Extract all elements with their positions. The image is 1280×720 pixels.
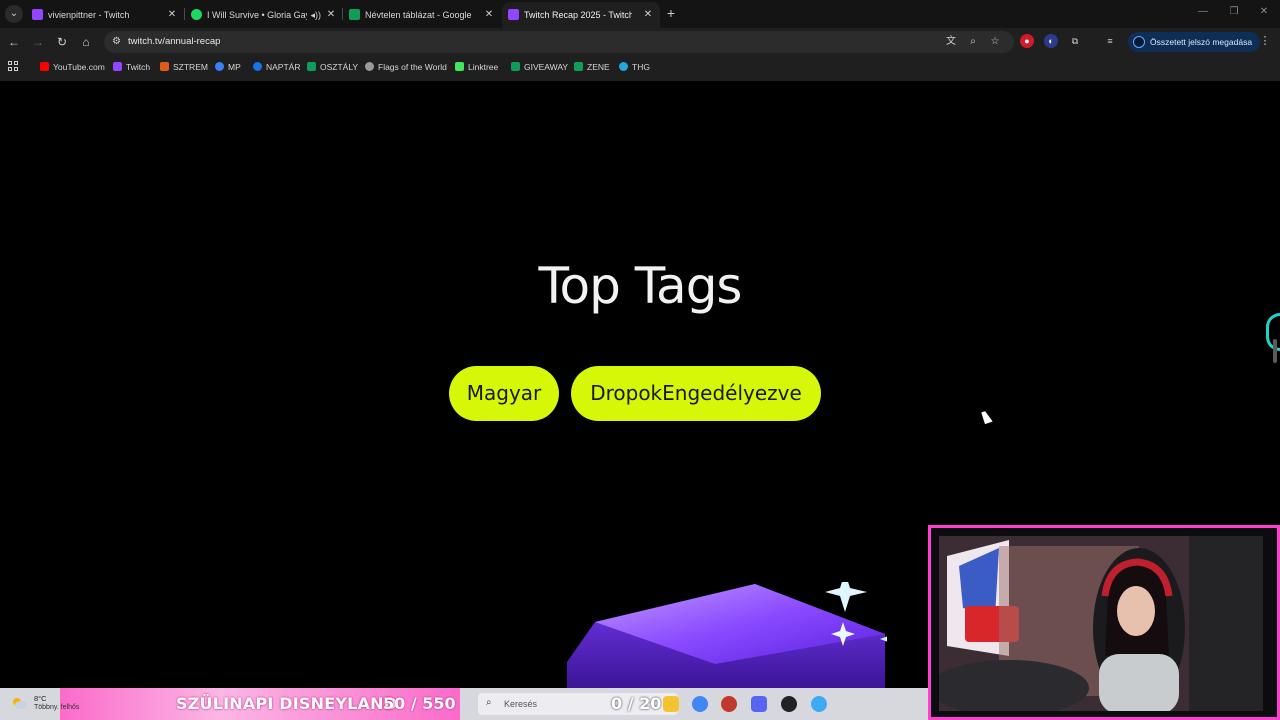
- speaker-icon[interactable]: ◂)): [310, 2, 321, 28]
- tab-spotify[interactable]: I Will Survive • Gloria Gaynor ◂)) ✕: [185, 2, 343, 28]
- tab-google-sheets[interactable]: Névtelen táblázat - Google Táblázatok ✕: [343, 2, 501, 28]
- bookmark-label: THG: [632, 62, 650, 72]
- translate-icon[interactable]: 文: [944, 35, 958, 49]
- weather-widget[interactable]: 8°C Többny. felhős: [6, 693, 86, 715]
- bookmark-label: Twitch: [126, 62, 151, 72]
- tab-strip: ⌄ vivienpittner - Twitch ✕ I Will Surviv…: [0, 0, 1280, 28]
- close-tab-icon[interactable]: ✕: [325, 2, 337, 28]
- bookmark-label: Flags of the World: [378, 62, 447, 72]
- bookmark-osztaly[interactable]: OSZTÁLY: [307, 57, 358, 77]
- bookmark-thg[interactable]: THG: [619, 57, 650, 77]
- home-icon[interactable]: ⌂: [78, 34, 94, 50]
- spotify-icon: [191, 9, 202, 20]
- minimize-icon[interactable]: —: [1196, 6, 1210, 17]
- bookmark-label: Linktree: [468, 62, 499, 72]
- weather-condition: Többny. felhős: [34, 704, 80, 711]
- tab-twitch-recap[interactable]: Twitch Recap 2025 - Twitch ✕: [502, 2, 660, 28]
- sztrem-icon: [160, 62, 169, 71]
- url-text[interactable]: twitch.tv/annual-recap: [128, 31, 220, 53]
- sheets-icon: [307, 62, 316, 71]
- thg-icon: [619, 62, 628, 71]
- twitch-icon: [508, 9, 519, 20]
- bookmark-zene[interactable]: ZENE: [574, 57, 610, 77]
- profile-avatar-icon: [1133, 36, 1145, 48]
- linktree-icon: [455, 62, 464, 71]
- menu-kebab-icon[interactable]: ⋮: [1259, 34, 1271, 47]
- globe-icon: [365, 62, 374, 71]
- bookmark-youtube[interactable]: YouTube.com: [40, 57, 105, 77]
- tab-title: Twitch Recap 2025 - Twitch: [524, 10, 632, 20]
- sheets-icon: [349, 9, 360, 20]
- close-tab-icon[interactable]: ✕: [166, 2, 178, 28]
- tab-title: vivienpittner - Twitch: [48, 10, 130, 20]
- tab-vivienpittner[interactable]: vivienpittner - Twitch ✕: [26, 2, 184, 28]
- tab-title: Névtelen táblázat - Google Táblázatok: [365, 10, 473, 20]
- youtube-icon: [40, 62, 49, 71]
- obs-icon[interactable]: [781, 696, 797, 712]
- partly-cloudy-icon: [13, 698, 27, 709]
- bookmark-mp[interactable]: MP: [215, 57, 241, 77]
- forward-icon[interactable]: →: [30, 34, 46, 50]
- scrollbar[interactable]: [1273, 339, 1277, 363]
- bookmark-flags[interactable]: Flags of the World: [365, 57, 447, 77]
- bookmark-label: ZENE: [587, 62, 610, 72]
- tag-dropok-engedelyezve: DropokEngedélyezve: [571, 366, 821, 421]
- webcam-feed: [939, 536, 1263, 711]
- bookmark-label: NAPTÁR: [266, 62, 301, 72]
- extension-red-icon[interactable]: ●: [1020, 34, 1034, 48]
- webcam-overlay: [928, 525, 1280, 720]
- browser-chrome: ⌄ vivienpittner - Twitch ✕ I Will Surviv…: [0, 0, 1280, 81]
- bookmark-linktree[interactable]: Linktree: [455, 57, 498, 77]
- tab-search-button[interactable]: ⌄: [5, 5, 23, 23]
- mp-icon: [215, 62, 224, 71]
- bookmark-label: YouTube.com: [53, 62, 105, 72]
- bookmark-star-icon[interactable]: ☆: [988, 35, 1002, 49]
- extension-blocker-icon[interactable]: ◐: [1044, 34, 1058, 48]
- bookmark-twitch[interactable]: Twitch: [113, 57, 150, 77]
- new-tab-button[interactable]: +: [663, 5, 679, 21]
- weather-temperature: 8°C: [34, 694, 47, 703]
- password-button-label: Összetett jelszó megadása: [1150, 37, 1253, 47]
- bookmark-sztrem[interactable]: SZTREM: [160, 57, 208, 77]
- chrome-icon[interactable]: [692, 696, 708, 712]
- password-suggestion-button[interactable]: Összetett jelszó megadása: [1128, 32, 1261, 52]
- sheets-icon: [574, 62, 583, 71]
- bookmarks-bar: YouTube.com Twitch SZTREM MP NAPTÁR OSZT…: [0, 57, 1280, 79]
- bookmark-giveaway[interactable]: GIVEAWAY: [511, 57, 568, 77]
- site-info-icon[interactable]: ⚙: [112, 35, 124, 49]
- browser-icon[interactable]: [811, 696, 827, 712]
- reading-list-icon[interactable]: ≡: [1103, 34, 1117, 48]
- goal-progress: 50 / 550: [383, 694, 456, 713]
- gift-box-illustration: [567, 582, 887, 690]
- bookmark-label: SZTREM: [173, 62, 208, 72]
- sheets-icon: [511, 62, 520, 71]
- secondary-goal-progress: 0 / 20: [611, 694, 662, 713]
- extensions-puzzle-icon[interactable]: ⧉: [1068, 34, 1082, 48]
- address-bar[interactable]: ⚙ twitch.tv/annual-recap 文 ⌕ ☆: [104, 31, 1014, 53]
- streamer-webcam-image: [939, 536, 1263, 711]
- bookmark-naptar[interactable]: NAPTÁR: [253, 57, 300, 77]
- calendar-icon: [253, 62, 262, 71]
- tag-magyar: Magyar: [449, 366, 559, 421]
- goal-title: SZÜLINAPI DISNEYLAND: [176, 694, 398, 713]
- close-tab-icon[interactable]: ✕: [642, 2, 654, 28]
- back-icon[interactable]: ←: [6, 34, 22, 50]
- twitch-icon: [32, 9, 43, 20]
- tab-title: I Will Survive • Gloria Gaynor: [207, 10, 307, 20]
- restore-icon[interactable]: ❐: [1227, 6, 1241, 17]
- zoom-icon[interactable]: ⌕: [966, 35, 980, 49]
- search-placeholder: Keresés: [504, 699, 538, 709]
- reload-icon[interactable]: ↻: [54, 34, 70, 50]
- search-icon: ⌕: [486, 697, 492, 708]
- close-tab-icon[interactable]: ✕: [483, 2, 495, 28]
- bookmark-label: GIVEAWAY: [524, 62, 569, 72]
- opera-icon[interactable]: [721, 696, 737, 712]
- bookmark-label: OSZTÁLY: [320, 62, 359, 72]
- bookmark-label: MP: [228, 62, 241, 72]
- close-window-icon[interactable]: ✕: [1257, 6, 1271, 17]
- page-title: Top Tags: [538, 257, 743, 315]
- discord-icon[interactable]: [751, 696, 767, 712]
- file-explorer-icon[interactable]: [663, 696, 679, 712]
- twitch-icon: [113, 62, 122, 71]
